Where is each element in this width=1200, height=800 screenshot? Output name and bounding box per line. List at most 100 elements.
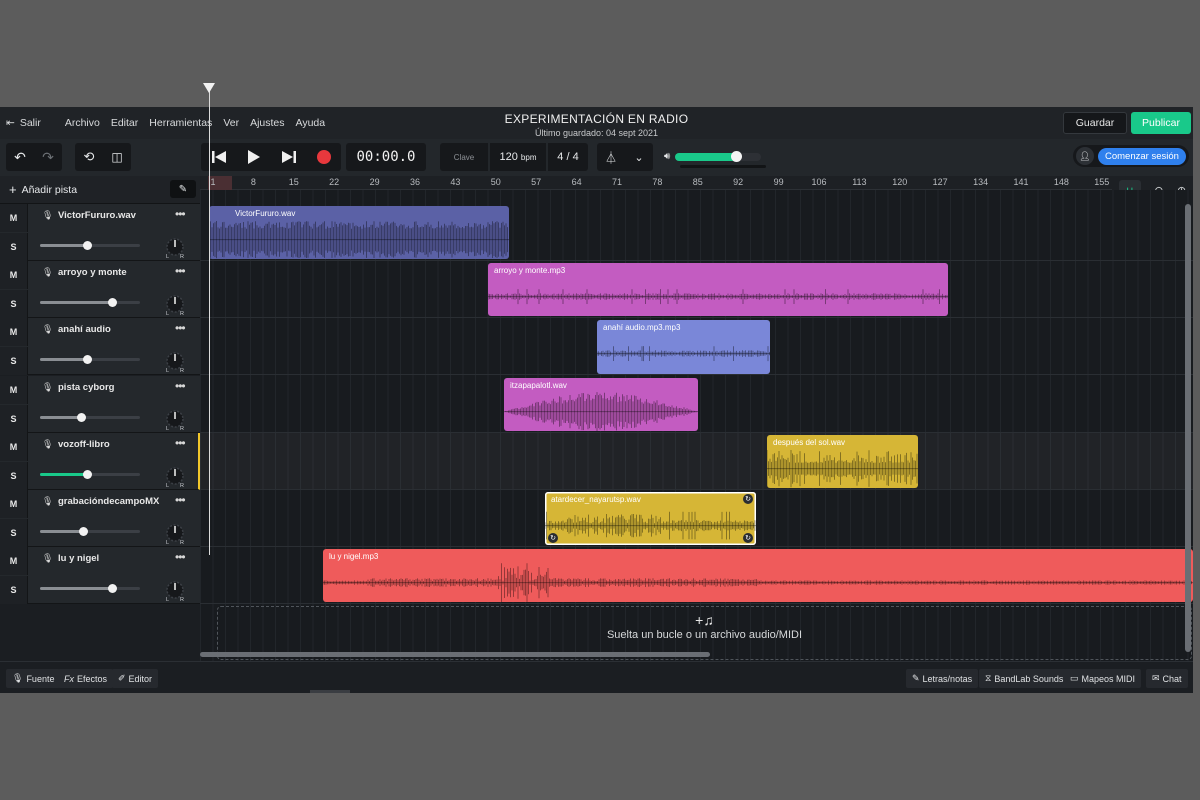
track-name[interactable]: vozoff-libro bbox=[58, 439, 110, 450]
volume-knob[interactable] bbox=[79, 527, 88, 536]
arrangement-area[interactable]: VictorFururo.wav arroyo y monte.mp3 anahí … bbox=[200, 190, 1193, 662]
track-name[interactable]: grabacióndecampoMX bbox=[58, 496, 159, 507]
bandlab-sounds-button[interactable]: ⧖ BandLab Sounds bbox=[979, 669, 1070, 688]
playhead-handle[interactable] bbox=[203, 83, 215, 93]
audio-clip[interactable]: arroyo y monte.mp3 bbox=[488, 263, 948, 317]
track-volume-slider[interactable] bbox=[40, 469, 140, 479]
track-name[interactable]: VictorFururo.wav bbox=[58, 210, 136, 221]
solo-button[interactable]: S bbox=[0, 404, 28, 433]
menu-herramientas[interactable]: Herramientas bbox=[149, 117, 212, 129]
skip-back-icon[interactable] bbox=[201, 151, 236, 163]
solo-button[interactable]: S bbox=[0, 461, 28, 490]
audio-clip[interactable]: itzapapalotl.wav bbox=[504, 377, 698, 431]
track-volume-slider[interactable] bbox=[40, 527, 140, 536]
volume-knob[interactable] bbox=[730, 150, 742, 162]
volume-knob[interactable] bbox=[83, 355, 92, 365]
pan-knob[interactable]: LR bbox=[164, 409, 186, 431]
loop-handle-icon[interactable]: ↻ bbox=[743, 494, 753, 504]
add-user-icon[interactable]: 👤︎ bbox=[1076, 147, 1094, 165]
mute-button[interactable]: M bbox=[0, 432, 28, 461]
horizontal-scrollbar[interactable] bbox=[200, 652, 710, 657]
source-button[interactable]: 🎙︎ Fuente bbox=[6, 669, 61, 688]
track-header[interactable]: M S 🎙︎ grabacióndecampoMX ••• L R bbox=[0, 490, 200, 547]
vertical-scrollbar[interactable] bbox=[1185, 204, 1191, 652]
pan-knob[interactable]: LR bbox=[164, 580, 186, 602]
menu-archivo[interactable]: Archivo bbox=[65, 117, 100, 129]
redo-icon[interactable]: ↷ bbox=[34, 149, 62, 166]
track-volume-slider[interactable] bbox=[40, 298, 140, 308]
resize-handle[interactable] bbox=[310, 690, 350, 693]
track-header[interactable]: M S 🎙︎ VictorFururo.wav ••• L R bbox=[0, 204, 200, 261]
audio-clip[interactable]: anahí audio.mp3.mp3 bbox=[597, 320, 770, 374]
audio-clip[interactable]: lu y nigel.mp3 bbox=[323, 549, 1193, 603]
metronome-icon[interactable]: ⏃ bbox=[597, 149, 625, 166]
track-volume-slider[interactable] bbox=[40, 355, 140, 365]
volume-track[interactable] bbox=[675, 150, 762, 162]
volume-knob[interactable] bbox=[108, 298, 117, 308]
exit-button[interactable]: ⇤ Salir bbox=[0, 117, 55, 129]
more-options-icon[interactable]: ••• bbox=[175, 321, 186, 335]
volume-knob[interactable] bbox=[108, 584, 117, 594]
track-header[interactable]: M S 🎙︎ anahí audio ••• L R bbox=[0, 318, 200, 376]
save-button[interactable]: Guardar bbox=[1063, 112, 1127, 134]
track-volume-slider[interactable] bbox=[40, 584, 140, 594]
track-header[interactable]: M S 🎙︎ lu y nigel ••• L R bbox=[0, 547, 200, 605]
menu-ajustes[interactable]: Ajustes bbox=[250, 117, 284, 129]
more-options-icon[interactable]: ••• bbox=[175, 264, 186, 278]
menu-editar[interactable]: Editar bbox=[111, 117, 138, 129]
start-session-button[interactable]: Comenzar sesión bbox=[1098, 147, 1186, 165]
split-icon[interactable]: ◫ bbox=[103, 150, 131, 164]
menu-ver[interactable]: Ver bbox=[223, 117, 239, 129]
more-options-icon[interactable]: ••• bbox=[175, 550, 186, 564]
solo-button[interactable]: S bbox=[0, 290, 28, 319]
volume-knob[interactable] bbox=[83, 469, 92, 479]
more-options-icon[interactable]: ••• bbox=[175, 379, 186, 393]
add-track-button[interactable]: + Añadir pista ✎ bbox=[0, 176, 200, 204]
pan-knob[interactable]: LR bbox=[164, 237, 186, 259]
midi-mappings-button[interactable]: ▭ Mapeos MIDI bbox=[1064, 669, 1142, 688]
tempo-field[interactable]: 120 bpm bbox=[490, 151, 546, 163]
track-name[interactable]: arroyo y monte bbox=[58, 267, 127, 278]
mute-button[interactable]: M bbox=[0, 490, 28, 518]
mute-button[interactable]: M bbox=[0, 204, 28, 232]
volume-knob[interactable] bbox=[83, 241, 92, 250]
mute-button[interactable]: M bbox=[0, 318, 28, 347]
track-name[interactable]: pista cyborg bbox=[58, 382, 115, 393]
pan-knob[interactable]: LR bbox=[164, 351, 186, 373]
track-volume-slider[interactable] bbox=[40, 241, 140, 250]
effects-button[interactable]: Fx Efectos bbox=[58, 669, 114, 688]
audio-clip[interactable]: atardecer_nayarutsp.wav ↻ ↻ ↻ bbox=[545, 492, 756, 546]
audio-clip[interactable]: después del sol.wav bbox=[767, 434, 918, 488]
pan-knob[interactable]: LR bbox=[164, 294, 186, 316]
track-name[interactable]: lu y nigel bbox=[58, 553, 99, 564]
track-header[interactable]: M S 🎙︎ arroyo y monte ••• L R bbox=[0, 261, 200, 319]
play-icon[interactable] bbox=[236, 150, 271, 164]
record-icon[interactable] bbox=[306, 150, 341, 164]
track-header[interactable]: M S 🎙︎ vozoff-libro ••• L R bbox=[0, 432, 200, 490]
automation-pen-icon[interactable]: ✎ bbox=[170, 180, 196, 198]
time-signature[interactable]: 4 / 4 bbox=[548, 151, 588, 163]
solo-button[interactable]: S bbox=[0, 347, 28, 376]
key-selector[interactable]: Clave bbox=[440, 153, 488, 162]
loop-icon[interactable]: ⟲ bbox=[75, 149, 103, 165]
track-header[interactable]: M S 🎙︎ pista cyborg ••• L R bbox=[0, 375, 200, 433]
more-options-icon[interactable]: ••• bbox=[175, 207, 186, 221]
undo-icon[interactable]: ↶ bbox=[6, 149, 34, 166]
timeline-ruler[interactable]: 1 8 15 22 29 36 43 50 57 64 71 78 85 92 99 106 113 120 127… bbox=[200, 176, 1193, 190]
chat-button[interactable]: ✉ Chat bbox=[1146, 669, 1188, 688]
solo-button[interactable]: S bbox=[0, 576, 28, 605]
mute-button[interactable]: M bbox=[0, 261, 28, 290]
solo-button[interactable]: S bbox=[0, 233, 28, 261]
track-name[interactable]: anahí audio bbox=[58, 324, 111, 335]
pan-knob[interactable]: LR bbox=[164, 523, 186, 545]
menu-ayuda[interactable]: Ayuda bbox=[296, 117, 326, 129]
track-volume-slider[interactable] bbox=[40, 412, 140, 422]
more-options-icon[interactable]: ••• bbox=[175, 436, 186, 450]
more-options-icon[interactable]: ••• bbox=[175, 493, 186, 507]
solo-button[interactable]: S bbox=[0, 519, 28, 547]
skip-forward-icon[interactable] bbox=[271, 151, 306, 163]
mute-button[interactable]: M bbox=[0, 375, 28, 404]
volume-knob[interactable] bbox=[77, 412, 86, 422]
track-lane[interactable] bbox=[200, 432, 1193, 490]
editor-button[interactable]: ✐ Editor bbox=[112, 669, 159, 688]
